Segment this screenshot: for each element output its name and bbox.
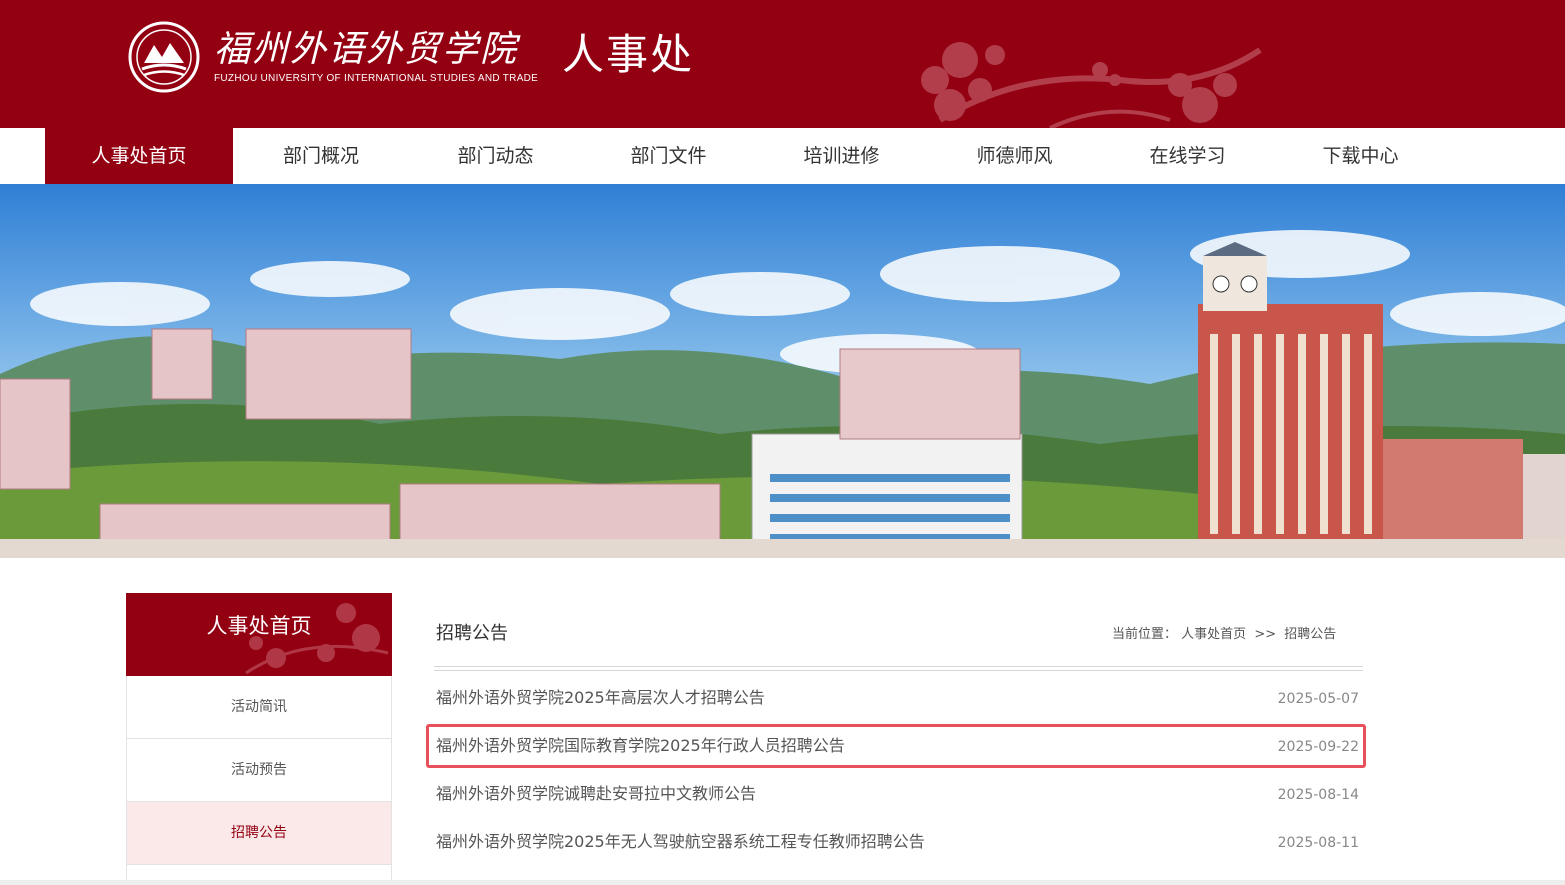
divider — [434, 670, 1363, 671]
nav-item-training[interactable]: 培训进修 — [755, 128, 928, 184]
nav-item-overview[interactable]: 部门概况 — [233, 128, 409, 184]
divider — [434, 666, 1363, 667]
sidebar-item-more — [127, 865, 391, 881]
news-date: 2025-08-11 — [1277, 835, 1359, 851]
flower-pattern-decoration — [921, 42, 1262, 128]
nav-item-documents[interactable]: 部门文件 — [582, 128, 755, 184]
sidebar-menu: 活动简讯 活动预告 招聘公告 — [126, 676, 392, 881]
news-title-link[interactable]: 福州外语外贸学院2025年无人驾驶航空器系统工程专任教师招聘公告 — [436, 830, 925, 854]
school-emblem-icon — [128, 21, 200, 93]
site-header: 福州外语外贸学院 FUZHOU UNIVERSITY OF INTERNATIO… — [0, 0, 1565, 128]
sidebar-item-activity-preview[interactable]: 活动预告 — [127, 739, 391, 802]
breadcrumb-current-link[interactable]: 招聘公告 — [1284, 627, 1336, 642]
breadcrumb: 当前位置： 人事处首页 >> 招聘公告 — [1112, 624, 1336, 646]
sidebar-item-recruitment[interactable]: 招聘公告 — [127, 802, 391, 865]
school-name-cn: 福州外语外贸学院 — [214, 29, 519, 70]
news-item[interactable]: 福州外语外贸学院2025年高层次人才招聘公告 2025-05-07 — [434, 682, 1363, 714]
campus-banner-image — [0, 184, 1565, 558]
nav-item-online-learning[interactable]: 在线学习 — [1101, 128, 1274, 184]
sidebar-item-activity-news[interactable]: 活动简讯 — [127, 676, 391, 739]
news-title-link[interactable]: 福州外语外贸学院诚聘赴安哥拉中文教师公告 — [436, 782, 756, 806]
nav-item-ethics[interactable]: 师德师风 — [928, 128, 1101, 184]
sidebar-header: 人事处首页 — [126, 593, 392, 676]
department-title: 人事处 — [562, 30, 695, 79]
school-logo[interactable]: 福州外语外贸学院 FUZHOU UNIVERSITY OF INTERNATIO… — [128, 20, 538, 94]
news-item[interactable]: 福州外语外贸学院2025年无人驾驶航空器系统工程专任教师招聘公告 2025-08… — [434, 826, 1363, 858]
nav-item-home[interactable]: 人事处首页 — [45, 128, 233, 184]
news-date: 2025-08-14 — [1277, 787, 1359, 803]
school-name-en: FUZHOU UNIVERSITY OF INTERNATIONAL STUDI… — [214, 73, 539, 84]
nav-item-news[interactable]: 部门动态 — [409, 128, 582, 184]
breadcrumb-home-link[interactable]: 人事处首页 — [1181, 627, 1246, 642]
breadcrumb-separator: >> — [1254, 627, 1277, 642]
page-title: 招聘公告 — [436, 623, 508, 644]
main-nav: 人事处首页 部门概况 部门动态 部门文件 培训进修 师德师风 在线学习 下载中心 — [0, 128, 1565, 184]
breadcrumb-prefix: 当前位置： — [1112, 627, 1178, 642]
news-item[interactable]: 福州外语外贸学院诚聘赴安哥拉中文教师公告 2025-08-14 — [434, 778, 1363, 810]
highlight-box — [426, 724, 1366, 768]
news-title-link[interactable]: 福州外语外贸学院2025年高层次人才招聘公告 — [436, 686, 765, 710]
sidebar-title: 人事处首页 — [206, 614, 312, 638]
campus-illustration — [0, 184, 1565, 558]
nav-item-downloads[interactable]: 下载中心 — [1274, 128, 1447, 184]
news-date: 2025-05-07 — [1277, 691, 1359, 707]
page-bottom-divider — [0, 880, 1565, 885]
